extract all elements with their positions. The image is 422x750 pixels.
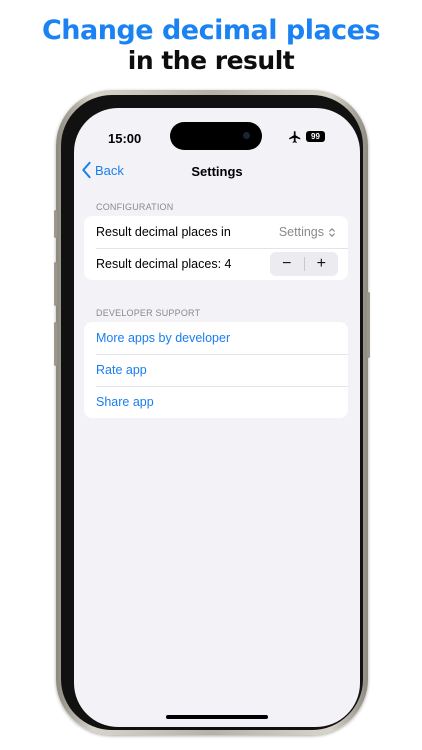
developer-support-group: More apps by developer Rate app Share ap…: [84, 322, 348, 418]
decimal-places-stepper: − +: [270, 252, 338, 276]
picker-value: Settings: [278, 225, 324, 239]
configuration-header: CONFIGURATION: [96, 202, 174, 212]
phone-bezel: 15:00 99 Back Settings CONFIGURATION Res…: [61, 95, 363, 730]
chevron-up-down-icon: [329, 227, 335, 237]
rate-app-link[interactable]: Rate app: [84, 354, 348, 386]
status-time: 15:00: [108, 131, 142, 146]
more-apps-link[interactable]: More apps by developer: [84, 322, 348, 354]
headline-line-1: Change decimal places: [41, 15, 381, 46]
decimal-places-label: Result decimal places: 4: [96, 257, 232, 271]
home-indicator[interactable]: [166, 715, 268, 719]
decimal-places-in-row[interactable]: Result decimal places in Settings: [84, 216, 348, 248]
developer-support-header: DEVELOPER SUPPORT: [96, 308, 201, 318]
status-bar: 15:00 99: [74, 108, 360, 152]
decimal-places-row: Result decimal places: 4 − +: [84, 248, 348, 280]
decimal-places-in-label: Result decimal places in: [96, 225, 231, 239]
dynamic-island: [170, 122, 262, 150]
share-app-link[interactable]: Share app: [84, 386, 348, 418]
configuration-group: Result decimal places in Settings Result…: [84, 216, 348, 280]
power-button: [367, 292, 370, 358]
volume-down-button: [54, 322, 57, 366]
action-button: [54, 210, 57, 238]
decrement-button[interactable]: −: [270, 252, 304, 276]
page: Change decimal places in the result 15:0…: [0, 0, 422, 750]
front-camera: [243, 132, 250, 139]
navigation-bar: Back Settings: [74, 160, 360, 186]
phone-frame: 15:00 99 Back Settings CONFIGURATION Res…: [54, 90, 370, 735]
phone-screen: 15:00 99 Back Settings CONFIGURATION Res…: [74, 108, 360, 727]
page-title: Settings: [191, 164, 243, 179]
increment-button[interactable]: +: [305, 252, 339, 276]
promo-headline: Change decimal places in the result: [0, 14, 422, 74]
airplane-icon: [289, 131, 301, 143]
decimal-places-in-picker[interactable]: Settings: [279, 225, 336, 239]
volume-up-button: [54, 262, 57, 306]
battery-indicator: 99: [306, 131, 325, 142]
headline-line-2: in the result: [127, 46, 295, 75]
